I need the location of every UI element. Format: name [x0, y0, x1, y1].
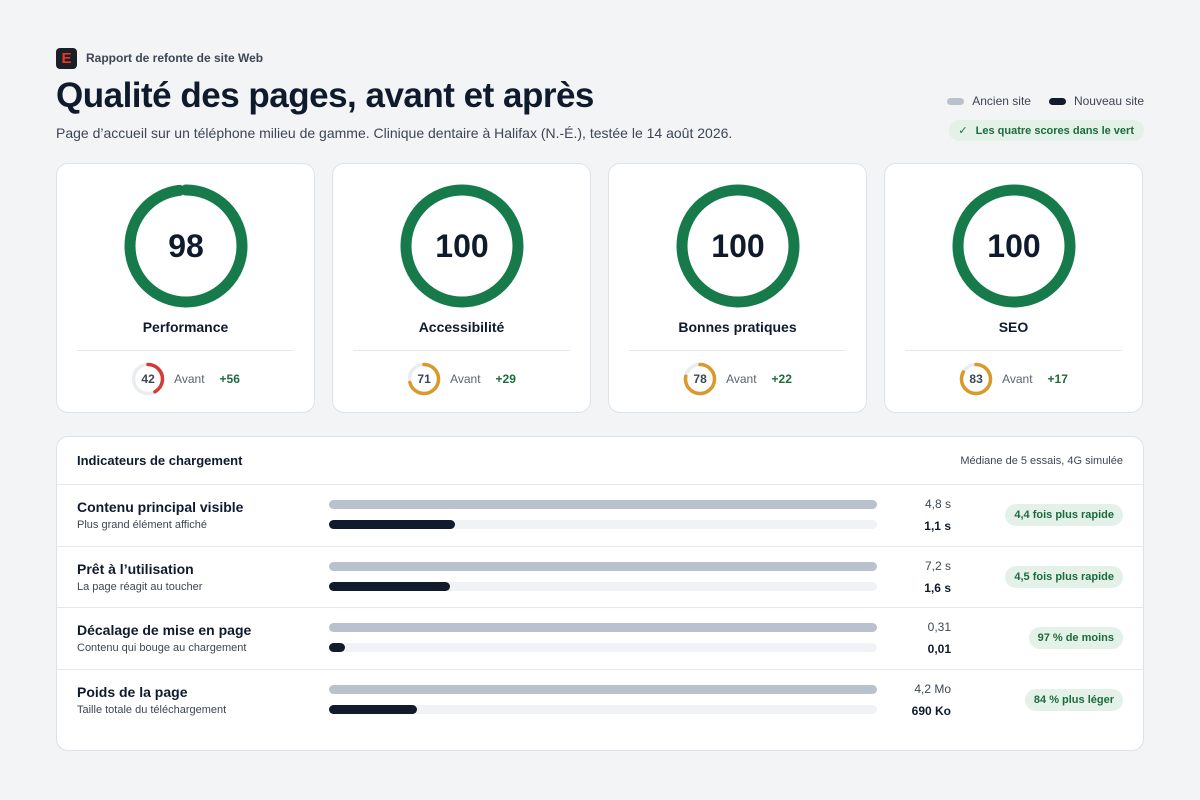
score-label: Bonnes pratiques: [678, 319, 797, 335]
before-value: 78: [693, 372, 707, 386]
score-card-performance: 98 Performance 42 Avant +56: [56, 163, 315, 413]
metric-row-cls: Décalage de mise en page Contenu qui bou…: [57, 608, 1143, 670]
report-page: E Rapport de refonte de site Web Qualité…: [56, 46, 1144, 751]
metric-row-tti: Prêt à l’utilisation La page réagit au t…: [57, 547, 1143, 608]
before-label: Avant: [726, 372, 757, 386]
metric-value-old: 4,8 s: [924, 497, 951, 511]
before-gauge: 71: [407, 362, 441, 396]
metric-bar-new-track: [329, 704, 877, 714]
metric-value-new: 690 Ko: [911, 703, 951, 718]
metric-name: Décalage de mise en page: [77, 622, 252, 638]
metric-name: Poids de la page: [77, 683, 188, 700]
card-divider: [629, 350, 846, 351]
score-label: SEO: [998, 319, 1029, 335]
metric-gain-badge: 97 % de moins: [1028, 627, 1123, 649]
metric-bar-old: [329, 684, 877, 694]
score-value: 100: [711, 227, 765, 264]
metrics-panel-header: Indicateurs de chargement Médiane de 5 e…: [57, 437, 1143, 485]
before-row: 78 Avant +22: [609, 362, 866, 396]
score-card-best-practices: 100 Bonnes pratiques 78 Avant +22: [608, 163, 867, 413]
before-label: Avant: [450, 372, 481, 386]
metric-gain-badge: 4,4 fois plus rapide: [1005, 504, 1123, 526]
before-gauge: 78: [683, 362, 717, 396]
metric-gain-badge: 4,5 fois plus rapide: [1005, 565, 1123, 588]
card-divider: [353, 350, 570, 351]
legend-label-new: Nouveau site: [1073, 94, 1144, 108]
score-delta: +56: [219, 372, 240, 386]
legend-label-old: Ancien site: [972, 94, 1031, 108]
card-divider: [905, 350, 1122, 351]
score-label: Accessibilité: [418, 319, 505, 335]
metric-bar-new: [329, 520, 456, 529]
pass-badge: ✓ Les quatre scores dans le vert: [949, 120, 1144, 141]
before-label: Avant: [174, 372, 205, 386]
metric-gain-badge: 84 % plus léger: [1024, 688, 1123, 711]
metric-description: Contenu qui bouge au chargement: [77, 642, 247, 654]
score-delta: +22: [771, 372, 792, 386]
metric-description: Taille totale du téléchargement: [77, 703, 227, 716]
metric-name: Prêt à l’utilisation: [77, 560, 194, 577]
before-row: 42 Avant +56: [57, 362, 314, 396]
score-delta: +17: [1047, 372, 1068, 386]
metric-bar-new-track: [329, 643, 877, 652]
before-gauge: 83: [959, 362, 993, 396]
metric-value-new: 0,01: [927, 642, 951, 656]
score-value: 100: [435, 227, 489, 264]
metric-bar-new: [329, 704, 417, 714]
metric-bar-old: [329, 623, 877, 632]
score-value: 98: [168, 227, 204, 264]
legend-item-old: Ancien site: [947, 94, 1031, 108]
before-value: 83: [969, 372, 983, 386]
metric-value-old: 0,31: [927, 620, 951, 634]
brand-name: Rapport de refonte de site Web: [86, 51, 264, 65]
metrics-panel-note: Médiane de 5 essais, 4G simulée: [960, 454, 1123, 467]
score-card-accessibility: 100 Accessibilité 71 Avant +29: [332, 163, 591, 413]
metric-value-old: 7,2 s: [924, 558, 951, 573]
score-cards: 98 Performance 42 Avant +56 100 Accessib…: [56, 163, 1143, 413]
metric-name: Contenu principal visible: [77, 499, 244, 515]
metric-description: La page réagit au toucher: [77, 580, 203, 593]
legend-swatch-new: [1048, 97, 1066, 105]
legend-swatch-old: [947, 97, 965, 105]
metric-value-old: 4,2 Mo: [914, 681, 951, 696]
before-value: 71: [417, 372, 431, 386]
metric-bar-new: [329, 643, 346, 652]
metric-bar-old: [329, 500, 877, 509]
metric-row-weight: Poids de la page Taille totale du téléch…: [57, 670, 1143, 732]
metric-bar-new-track: [329, 581, 877, 591]
metric-description: Plus grand élément affiché: [77, 519, 208, 531]
metric-bar-old: [329, 561, 877, 571]
before-label: Avant: [1002, 372, 1033, 386]
brand-row: E Rapport de refonte de site Web: [56, 46, 1144, 70]
metrics-panel-title: Indicateurs de chargement: [77, 453, 243, 468]
metric-bar-new: [329, 581, 450, 591]
brand-logo: E: [56, 47, 77, 69]
before-row: 71 Avant +29: [333, 362, 590, 396]
score-label: Performance: [142, 319, 229, 335]
before-value: 42: [141, 372, 155, 386]
legend: Ancien site Nouveau site: [947, 94, 1144, 108]
metrics-panel: Indicateurs de chargement Médiane de 5 e…: [56, 436, 1144, 751]
metric-bar-new-track: [329, 520, 877, 529]
pass-badge-label: Les quatre scores dans le vert: [975, 124, 1134, 137]
metric-value-new: 1,1 s: [924, 519, 951, 533]
score-value: 100: [987, 227, 1041, 264]
legend-item-new: Nouveau site: [1048, 94, 1144, 108]
card-divider: [77, 350, 294, 351]
before-gauge: 42: [131, 362, 165, 396]
before-row: 83 Avant +17: [885, 362, 1142, 396]
score-delta: +29: [495, 372, 516, 386]
metric-row-lcp: Contenu principal visible Plus grand élé…: [57, 485, 1143, 547]
check-icon: ✓: [958, 125, 968, 137]
metric-value-new: 1,6 s: [924, 580, 951, 595]
score-card-seo: 100 SEO 83 Avant +17: [884, 163, 1143, 413]
